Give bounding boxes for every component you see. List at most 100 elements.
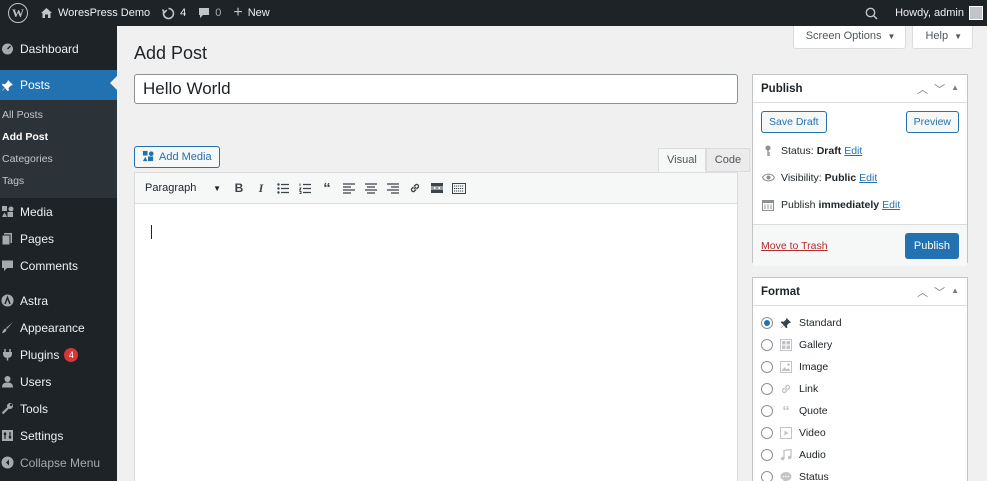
move-down-icon[interactable]: ﹀ bbox=[934, 284, 945, 300]
format-option-audio[interactable]: Audio bbox=[753, 444, 967, 466]
edit-visibility-link[interactable]: Edit bbox=[859, 172, 877, 184]
move-up-icon[interactable]: ︿ bbox=[917, 81, 928, 97]
publish-button[interactable]: Publish bbox=[904, 232, 959, 259]
toolbar-toggle-icon[interactable] bbox=[451, 179, 467, 197]
dropdown-arrow-icon: ▼ bbox=[887, 31, 896, 41]
preview-button[interactable]: Preview bbox=[905, 111, 959, 133]
tab-code[interactable]: Code bbox=[705, 148, 751, 172]
format-option-label: Audio bbox=[799, 449, 826, 461]
site-name-link[interactable]: WoresPress Demo bbox=[34, 0, 156, 26]
publish-box: Publish ︿ ﹀ ▲ Save Draft Preview Status:… bbox=[752, 74, 968, 266]
sidebar-item-label: Tools bbox=[20, 401, 49, 416]
collapse-toggle-icon[interactable]: ▲ bbox=[951, 83, 959, 97]
search-button[interactable] bbox=[859, 0, 889, 26]
help-button[interactable]: Help ▼ bbox=[912, 26, 973, 49]
plugins-update-badge: 4 bbox=[64, 347, 79, 362]
sidebar-item-pages[interactable]: Pages bbox=[0, 225, 117, 252]
tab-visual[interactable]: Visual bbox=[658, 148, 706, 172]
radio-button[interactable] bbox=[761, 427, 773, 439]
screen-options-label: Screen Options bbox=[805, 30, 882, 42]
sidebar-item-posts[interactable]: Posts bbox=[0, 70, 117, 100]
collapse-toggle-icon[interactable]: ▲ bbox=[951, 286, 959, 300]
visibility-label: Visibility: bbox=[781, 171, 822, 184]
submenu-tags[interactable]: Tags bbox=[0, 170, 117, 192]
italic-icon[interactable]: I bbox=[253, 179, 269, 197]
edit-schedule-link[interactable]: Edit bbox=[882, 199, 900, 211]
new-content-link[interactable]: + New bbox=[227, 0, 275, 26]
bulleted-list-icon[interactable] bbox=[275, 179, 291, 197]
settings-icon bbox=[0, 427, 16, 445]
dropdown-arrow-icon: ▼ bbox=[954, 31, 962, 41]
comments-link[interactable]: 0 bbox=[192, 0, 227, 26]
move-to-trash-link[interactable]: Move to Trash bbox=[761, 240, 828, 252]
edit-status-link[interactable]: Edit bbox=[844, 145, 862, 157]
wordpress-logo-button[interactable]: W bbox=[0, 0, 34, 26]
radio-button[interactable] bbox=[761, 449, 773, 461]
collapse-menu-button[interactable]: Collapse Menu bbox=[0, 449, 117, 476]
submenu-categories[interactable]: Categories bbox=[0, 148, 117, 170]
post-title-value: Hello World bbox=[143, 79, 231, 98]
sidebar-item-dashboard[interactable]: Dashboard bbox=[0, 35, 117, 62]
media-icon bbox=[0, 203, 16, 221]
sidebar-item-settings[interactable]: Settings bbox=[0, 422, 117, 449]
format-option-quote[interactable]: “ Quote bbox=[753, 400, 967, 422]
move-up-icon[interactable]: ︿ bbox=[917, 284, 928, 300]
pages-icon bbox=[0, 230, 16, 248]
format-option-label: Quote bbox=[799, 405, 828, 417]
astra-icon bbox=[0, 292, 16, 310]
bold-icon[interactable]: B bbox=[231, 179, 247, 197]
plus-icon: + bbox=[233, 4, 243, 21]
read-more-icon[interactable] bbox=[429, 179, 445, 197]
search-icon bbox=[865, 7, 878, 20]
sidebar-item-label: Posts bbox=[20, 78, 51, 92]
sidebar-item-label: Comments bbox=[20, 258, 79, 273]
post-title-input[interactable]: Hello World bbox=[134, 74, 738, 104]
updates-link[interactable]: 4 bbox=[156, 0, 192, 26]
format-option-label: Status bbox=[799, 471, 829, 481]
align-left-icon[interactable] bbox=[341, 179, 357, 197]
radio-button[interactable] bbox=[761, 405, 773, 417]
add-media-button[interactable]: Add Media bbox=[134, 146, 220, 168]
format-select[interactable]: Paragraph ▼ bbox=[141, 182, 225, 194]
sidebar-item-tools[interactable]: Tools bbox=[0, 395, 117, 422]
sidebar-item-plugins[interactable]: Plugins 4 bbox=[0, 341, 117, 368]
site-name-label: WoresPress Demo bbox=[58, 7, 151, 19]
my-account-link[interactable]: Howdy, admin bbox=[889, 0, 987, 26]
radio-button[interactable] bbox=[761, 361, 773, 373]
submenu-add-post[interactable]: Add Post bbox=[0, 126, 117, 148]
calendar-icon bbox=[761, 199, 775, 211]
save-draft-button[interactable]: Save Draft bbox=[761, 111, 827, 133]
sidebar-item-label: Settings bbox=[20, 428, 64, 443]
radio-button[interactable] bbox=[761, 317, 773, 329]
format-option-video[interactable]: Video bbox=[753, 422, 967, 444]
radio-button[interactable] bbox=[761, 471, 773, 481]
screen-options-button[interactable]: Screen Options ▼ bbox=[792, 26, 907, 49]
sidebar-item-comments[interactable]: Comments bbox=[0, 252, 117, 279]
format-option-link[interactable]: Link bbox=[753, 378, 967, 400]
avatar bbox=[969, 6, 983, 20]
help-label: Help bbox=[925, 30, 949, 42]
insert-link-icon[interactable] bbox=[407, 179, 423, 197]
format-option-gallery[interactable]: Gallery bbox=[753, 334, 967, 356]
screen-meta-links: Screen Options ▼ Help ▼ bbox=[792, 26, 973, 49]
radio-button[interactable] bbox=[761, 339, 773, 351]
image-icon bbox=[779, 361, 793, 373]
numbered-list-icon[interactable] bbox=[297, 179, 313, 197]
sidebar-item-users[interactable]: Users bbox=[0, 368, 117, 395]
add-media-icon bbox=[142, 150, 154, 165]
align-center-icon[interactable] bbox=[363, 179, 379, 197]
dropdown-arrow-icon: ▼ bbox=[213, 183, 221, 193]
format-option-label: Standard bbox=[799, 317, 842, 329]
format-option-standard[interactable]: Standard bbox=[753, 312, 967, 334]
move-down-icon[interactable]: ﹀ bbox=[934, 81, 945, 97]
align-right-icon[interactable] bbox=[385, 179, 401, 197]
eye-icon bbox=[761, 173, 775, 182]
sidebar-item-appearance[interactable]: Appearance bbox=[0, 314, 117, 341]
radio-button[interactable] bbox=[761, 383, 773, 395]
blockquote-icon[interactable]: “ bbox=[319, 179, 335, 197]
sidebar-item-media[interactable]: Media bbox=[0, 198, 117, 225]
format-option-image[interactable]: Image bbox=[753, 356, 967, 378]
submenu-all-posts[interactable]: All Posts bbox=[0, 104, 117, 126]
format-option-status[interactable]: Status bbox=[753, 466, 967, 481]
sidebar-item-astra[interactable]: Astra bbox=[0, 287, 117, 314]
